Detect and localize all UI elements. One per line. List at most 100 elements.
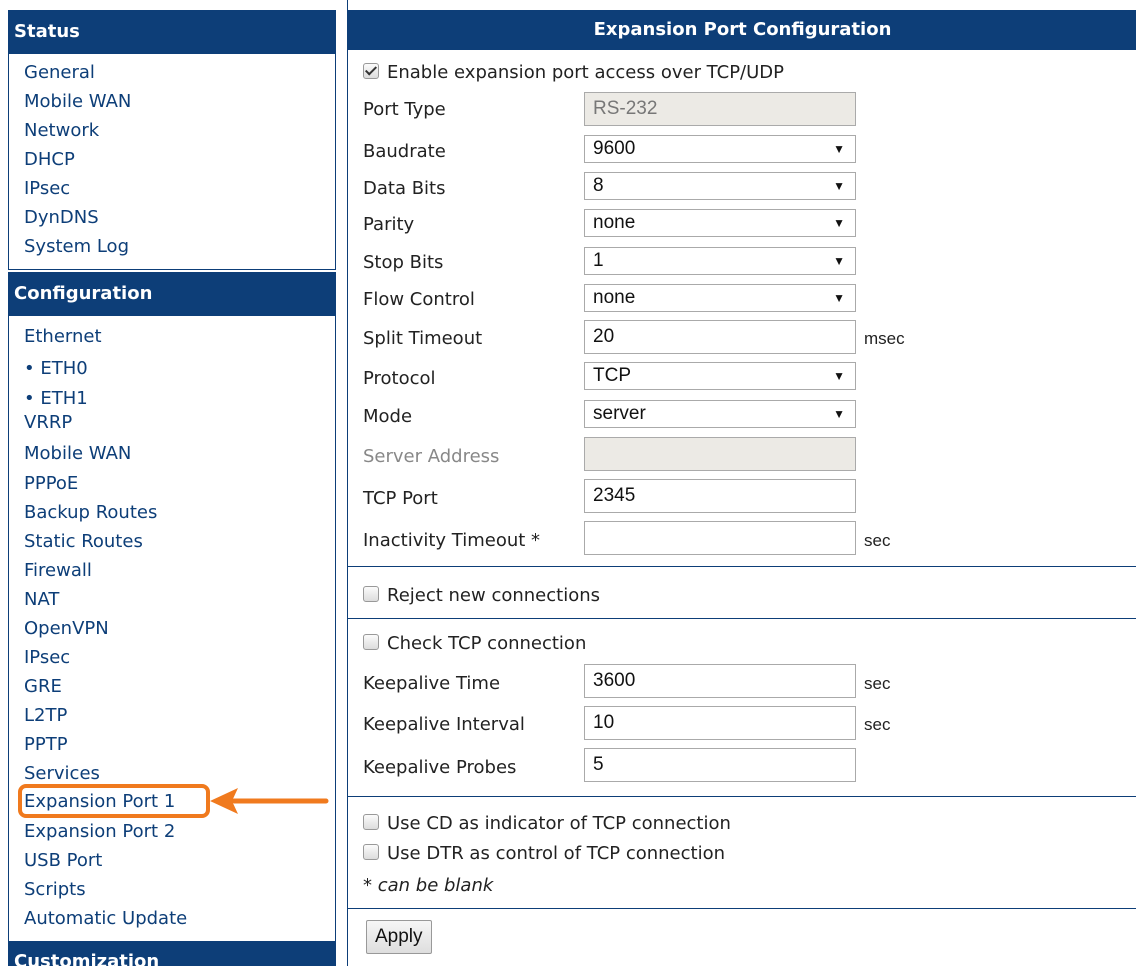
keepalive-probes-input[interactable]: 5 bbox=[584, 748, 856, 782]
enable-label: Enable expansion port access over TCP/UD… bbox=[387, 62, 785, 83]
customization-section-title: Customization bbox=[8, 942, 336, 966]
keepalive-time-label: Keepalive Time bbox=[363, 673, 501, 694]
chevron-down-icon: ▼ bbox=[833, 291, 845, 305]
sidebar-item-general[interactable]: General bbox=[24, 62, 95, 84]
mode-value: server bbox=[593, 403, 646, 424]
status-section-title: Status bbox=[8, 10, 336, 54]
sidebar-item-services[interactable]: Services bbox=[24, 763, 100, 785]
mode-select[interactable]: server ▼ bbox=[584, 400, 856, 428]
sidebar-item-openvpn[interactable]: OpenVPN bbox=[24, 618, 109, 640]
highlight-callout bbox=[18, 784, 210, 818]
sidebar-item-backup-routes[interactable]: Backup Routes bbox=[24, 502, 157, 524]
sidebar-item-system-log[interactable]: System Log bbox=[24, 236, 129, 258]
stop-bits-value: 1 bbox=[593, 250, 604, 271]
inactivity-timeout-unit: sec bbox=[864, 531, 891, 550]
tcp-port-label: TCP Port bbox=[363, 488, 438, 509]
reject-checkbox[interactable] bbox=[363, 586, 379, 602]
sidebar-item-pptp[interactable]: PPTP bbox=[24, 734, 68, 756]
sidebar-item-eth1[interactable]: • ETH1 bbox=[24, 388, 88, 410]
parity-value: none bbox=[593, 212, 636, 233]
dtr-control-checkbox[interactable] bbox=[363, 844, 379, 860]
protocol-value: TCP bbox=[593, 365, 631, 386]
flow-control-value: none bbox=[593, 287, 636, 308]
sidebar-item-dyndns[interactable]: DynDNS bbox=[24, 207, 99, 229]
sidebar-item-usb-port[interactable]: USB Port bbox=[24, 850, 102, 872]
baudrate-label: Baudrate bbox=[363, 141, 446, 162]
protocol-label: Protocol bbox=[363, 368, 436, 389]
keepalive-interval-label: Keepalive Interval bbox=[363, 714, 525, 735]
flow-control-select[interactable]: none ▼ bbox=[584, 284, 856, 312]
cd-indicator-row[interactable]: Use CD as indicator of TCP connection bbox=[363, 812, 731, 836]
page-title: Expansion Port Configuration bbox=[348, 10, 1136, 50]
reject-row[interactable]: Reject new connections bbox=[363, 584, 600, 608]
enable-row[interactable]: Enable expansion port access over TCP/UD… bbox=[363, 61, 784, 85]
tcp-port-input[interactable]: 2345 bbox=[584, 479, 856, 513]
cd-indicator-label: Use CD as indicator of TCP connection bbox=[387, 813, 731, 834]
sidebar-item-pppoe[interactable]: PPPoE bbox=[24, 473, 78, 495]
sidebar-item-gre[interactable]: GRE bbox=[24, 676, 62, 698]
divider bbox=[348, 908, 1136, 909]
inactivity-timeout-input[interactable] bbox=[584, 521, 856, 555]
port-type-field: RS-232 bbox=[584, 92, 856, 126]
keepalive-interval-input[interactable]: 10 bbox=[584, 706, 856, 740]
mode-label: Mode bbox=[363, 406, 413, 427]
reject-label: Reject new connections bbox=[387, 585, 601, 606]
dtr-control-row[interactable]: Use DTR as control of TCP connection bbox=[363, 842, 725, 866]
highlight-arrow-icon bbox=[210, 788, 329, 814]
enable-checkbox[interactable] bbox=[363, 63, 379, 79]
sidebar-item-automatic-update[interactable]: Automatic Update bbox=[24, 908, 187, 930]
stop-bits-select[interactable]: 1 ▼ bbox=[584, 247, 856, 275]
dtr-control-label: Use DTR as control of TCP connection bbox=[387, 843, 726, 864]
protocol-select[interactable]: TCP ▼ bbox=[584, 362, 856, 390]
divider bbox=[348, 566, 1136, 567]
keepalive-time-unit: sec bbox=[864, 674, 891, 693]
chevron-down-icon: ▼ bbox=[833, 142, 845, 156]
split-timeout-input[interactable]: 20 bbox=[584, 320, 856, 354]
main-panel: Expansion Port Configuration Enable expa… bbox=[347, 0, 1136, 966]
sidebar-item-network[interactable]: Network bbox=[24, 120, 99, 142]
keepalive-probes-label: Keepalive Probes bbox=[363, 757, 517, 778]
sidebar-item-ipsec-status[interactable]: IPsec bbox=[24, 178, 70, 200]
sidebar-item-vrrp[interactable]: VRRP bbox=[24, 412, 72, 434]
sidebar-item-nat[interactable]: NAT bbox=[24, 589, 59, 611]
server-address-input bbox=[584, 437, 856, 471]
keepalive-time-input[interactable]: 3600 bbox=[584, 664, 856, 698]
configuration-section-title: Configuration bbox=[8, 272, 336, 316]
data-bits-value: 8 bbox=[593, 175, 604, 196]
data-bits-label: Data Bits bbox=[363, 178, 446, 199]
split-timeout-label: Split Timeout bbox=[363, 328, 483, 349]
blank-note: * can be blank bbox=[363, 875, 494, 896]
chevron-down-icon: ▼ bbox=[833, 369, 845, 383]
baudrate-select[interactable]: 9600 ▼ bbox=[584, 135, 856, 163]
sidebar-item-expansion-port-2[interactable]: Expansion Port 2 bbox=[24, 821, 175, 843]
sidebar-item-eth0[interactable]: • ETH0 bbox=[24, 358, 88, 380]
apply-button[interactable]: Apply bbox=[366, 920, 432, 954]
sidebar-item-static-routes[interactable]: Static Routes bbox=[24, 531, 143, 553]
divider bbox=[348, 618, 1136, 619]
parity-select[interactable]: none ▼ bbox=[584, 209, 856, 237]
port-type-label: Port Type bbox=[363, 99, 446, 120]
sidebar-item-scripts[interactable]: Scripts bbox=[24, 879, 86, 901]
check-tcp-label: Check TCP connection bbox=[387, 633, 587, 654]
sidebar-item-mobile-wan-config[interactable]: Mobile WAN bbox=[24, 443, 131, 465]
sidebar-item-ipsec-config[interactable]: IPsec bbox=[24, 647, 70, 669]
chevron-down-icon: ▼ bbox=[833, 216, 845, 230]
inactivity-timeout-label: Inactivity Timeout * bbox=[363, 530, 541, 551]
data-bits-select[interactable]: 8 ▼ bbox=[584, 172, 856, 200]
baudrate-value: 9600 bbox=[593, 138, 636, 159]
sidebar-item-mobile-wan[interactable]: Mobile WAN bbox=[24, 91, 131, 113]
parity-label: Parity bbox=[363, 214, 415, 235]
split-timeout-unit: msec bbox=[864, 329, 905, 348]
chevron-down-icon: ▼ bbox=[833, 407, 845, 421]
sidebar-item-ethernet[interactable]: Ethernet bbox=[24, 326, 102, 348]
check-tcp-checkbox[interactable] bbox=[363, 634, 379, 650]
sidebar-item-l2tp[interactable]: L2TP bbox=[24, 705, 67, 727]
sidebar-item-dhcp[interactable]: DHCP bbox=[24, 149, 75, 171]
divider bbox=[348, 796, 1136, 797]
sidebar-item-firewall[interactable]: Firewall bbox=[24, 560, 92, 582]
chevron-down-icon: ▼ bbox=[833, 254, 845, 268]
check-tcp-row[interactable]: Check TCP connection bbox=[363, 632, 586, 656]
flow-control-label: Flow Control bbox=[363, 289, 475, 310]
keepalive-interval-unit: sec bbox=[864, 715, 891, 734]
cd-indicator-checkbox[interactable] bbox=[363, 814, 379, 830]
